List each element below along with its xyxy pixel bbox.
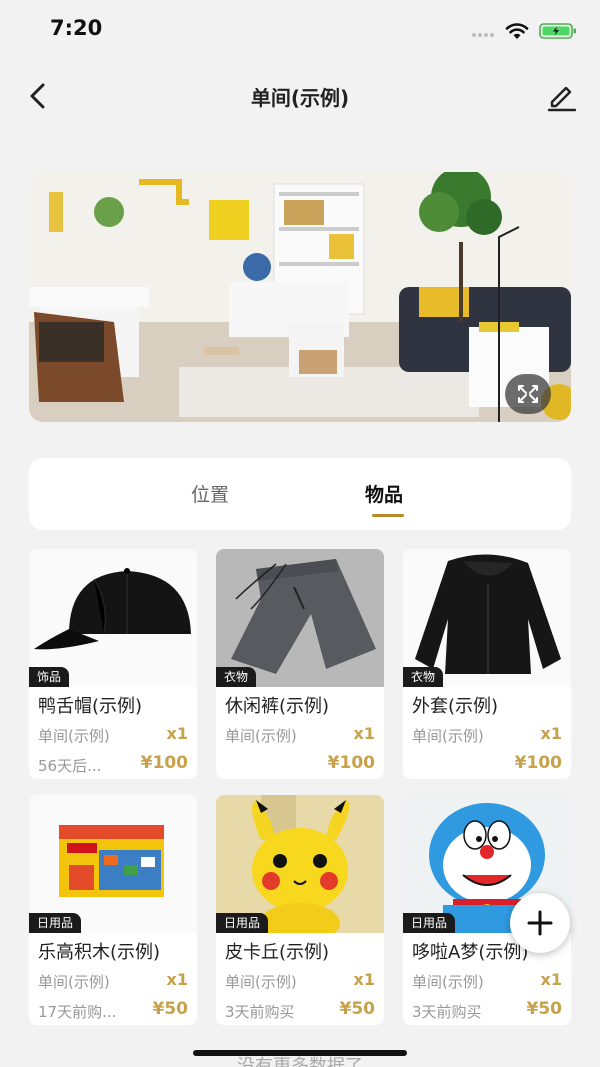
- item-card[interactable]: 衣物 外套(示例) 单间(示例) x1 ¥100: [403, 549, 571, 779]
- status-time: 7:20: [50, 16, 103, 40]
- nav-bar: 单间(示例): [0, 68, 600, 124]
- tab-active-indicator: [372, 514, 404, 517]
- item-price: ¥100: [514, 753, 562, 773]
- item-date: 3天前购买: [225, 1003, 295, 1021]
- item-quantity: x1: [353, 970, 375, 989]
- item-price: ¥100: [327, 753, 375, 773]
- expand-icon: [518, 385, 538, 403]
- item-card[interactable]: 饰品 鸭舌帽(示例) 单间(示例) x1 56天后... ¥100: [29, 549, 197, 779]
- item-price: ¥50: [339, 999, 376, 1019]
- item-name: 鸭舌帽(示例): [38, 696, 143, 717]
- chevron-left-icon[interactable]: [20, 78, 56, 114]
- tab-items[interactable]: 物品: [365, 480, 403, 507]
- tab-location[interactable]: 位置: [191, 480, 229, 507]
- room-photo[interactable]: [29, 172, 571, 422]
- item-location: 单间(示例): [225, 727, 297, 745]
- item-location: 单间(示例): [38, 727, 110, 745]
- item-name: 皮卡丘(示例): [225, 942, 330, 963]
- item-location: 单间(示例): [38, 973, 110, 991]
- item-name: 乐高积木(示例): [38, 942, 161, 963]
- pencil-icon[interactable]: [544, 78, 580, 114]
- tab-bar: 位置 物品: [29, 458, 571, 530]
- item-date: 56天后...: [38, 757, 102, 775]
- add-item-button[interactable]: [510, 893, 570, 953]
- item-category-tag: 日用品: [216, 913, 269, 933]
- item-category-tag: 衣物: [403, 667, 444, 687]
- plus-icon: [527, 910, 553, 936]
- item-category-tag: 衣物: [216, 667, 257, 687]
- item-card[interactable]: 日用品 皮卡丘(示例) 单间(示例) x1 3天前购买 ¥50: [216, 795, 384, 1025]
- item-quantity: x1: [166, 724, 188, 743]
- item-location: 单间(示例): [412, 973, 484, 991]
- item-category-tag: 日用品: [403, 913, 456, 933]
- item-card[interactable]: 衣物 休闲裤(示例) 单间(示例) x1 ¥100: [216, 549, 384, 779]
- item-date: 3天前购买: [412, 1003, 482, 1021]
- page-title: 单间(示例): [250, 86, 350, 110]
- item-card[interactable]: 日用品 乐高积木(示例) 单间(示例) x1 17天前购... ¥50: [29, 795, 197, 1025]
- item-quantity: x1: [166, 970, 188, 989]
- item-quantity: x1: [353, 724, 375, 743]
- item-location: 单间(示例): [225, 973, 297, 991]
- item-date: 17天前购...: [38, 1003, 117, 1021]
- room-photo-illustration: [29, 172, 571, 422]
- item-quantity: x1: [540, 724, 562, 743]
- home-indicator[interactable]: [193, 1050, 407, 1056]
- wifi-icon: [505, 23, 529, 39]
- item-price: ¥50: [526, 999, 563, 1019]
- status-bar: 7:20: [0, 0, 600, 60]
- expand-button[interactable]: [505, 374, 551, 414]
- item-category-tag: 日用品: [29, 913, 82, 933]
- item-price: ¥100: [140, 753, 188, 773]
- signal-icon: [472, 33, 498, 37]
- item-price: ¥50: [152, 999, 189, 1019]
- item-name: 外套(示例): [412, 696, 499, 717]
- item-location: 单间(示例): [412, 727, 484, 745]
- battery-icon: [539, 23, 576, 39]
- item-category-tag: 饰品: [29, 667, 70, 687]
- item-quantity: x1: [540, 970, 562, 989]
- item-name: 休闲裤(示例): [225, 696, 330, 717]
